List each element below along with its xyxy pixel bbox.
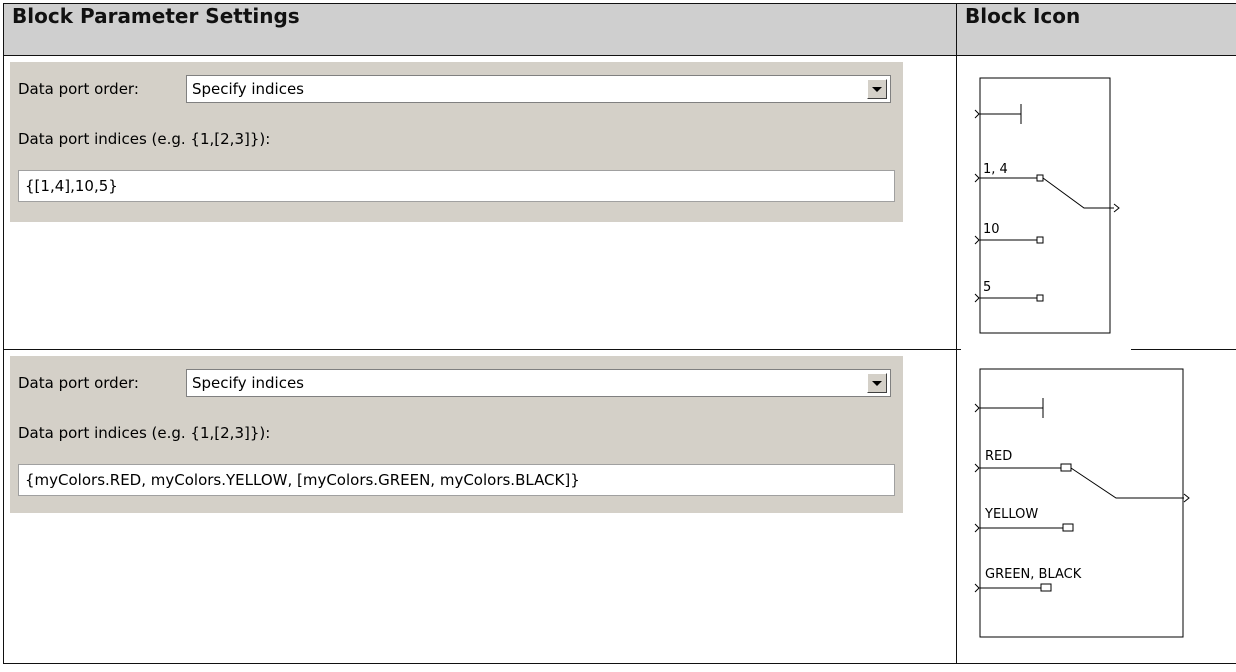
data-port-indices-input[interactable]: {myColors.RED, myColors.YELLOW, [myColor… [18, 464, 895, 496]
parameter-panel: Data port order: Specify indices Data po… [10, 356, 903, 513]
port-label: 1, 4 [983, 162, 1008, 177]
data-port-order-dropdown[interactable]: Specify indices [186, 369, 891, 397]
data-port-order-label: Data port order: [18, 80, 139, 98]
table-row: Data port order: Specify indices Data po… [3, 55, 1236, 350]
parameter-panel: Data port order: Specify indices Data po… [10, 62, 903, 222]
table-row: Data port order: Specify indices Data po… [3, 349, 1236, 664]
multiport-switch-icon: RED YELLOW GREEN, BLACK [961, 356, 1201, 644]
dropdown-button[interactable] [867, 373, 887, 393]
dropdown-button[interactable] [867, 79, 887, 99]
data-port-indices-label: Data port indices (e.g. {1,[2,3]}): [18, 424, 271, 442]
header-block-parameter-settings: Block Parameter Settings [3, 3, 957, 56]
data-port-order-value: Specify indices [192, 374, 305, 392]
port-label: GREEN, BLACK [985, 567, 1082, 582]
chevron-down-icon [872, 86, 882, 92]
data-port-indices-input[interactable]: {[1,4],10,5} [18, 170, 895, 202]
documentation-table: Block Parameter Settings Block Icon Data… [3, 3, 1236, 664]
multiport-switch-icon: 1, 4 10 5 [961, 62, 1131, 350]
icon-cell: RED YELLOW GREEN, BLACK [956, 349, 1236, 664]
chevron-down-icon [872, 380, 882, 386]
port-label: 10 [983, 222, 1000, 237]
data-port-order-dropdown[interactable]: Specify indices [186, 75, 891, 103]
data-port-order-label: Data port order: [18, 374, 139, 392]
port-label: 5 [983, 280, 991, 295]
data-port-indices-label: Data port indices (e.g. {1,[2,3]}): [18, 130, 271, 148]
parameter-cell: Data port order: Specify indices Data po… [3, 349, 957, 664]
header-block-icon: Block Icon [956, 3, 1236, 56]
port-label: YELLOW [984, 507, 1038, 522]
icon-cell: 1, 4 10 5 [956, 55, 1236, 350]
port-label: RED [985, 449, 1012, 464]
header-row: Block Parameter Settings Block Icon [3, 3, 1236, 56]
parameter-cell: Data port order: Specify indices Data po… [3, 55, 957, 350]
data-port-order-value: Specify indices [192, 80, 305, 98]
